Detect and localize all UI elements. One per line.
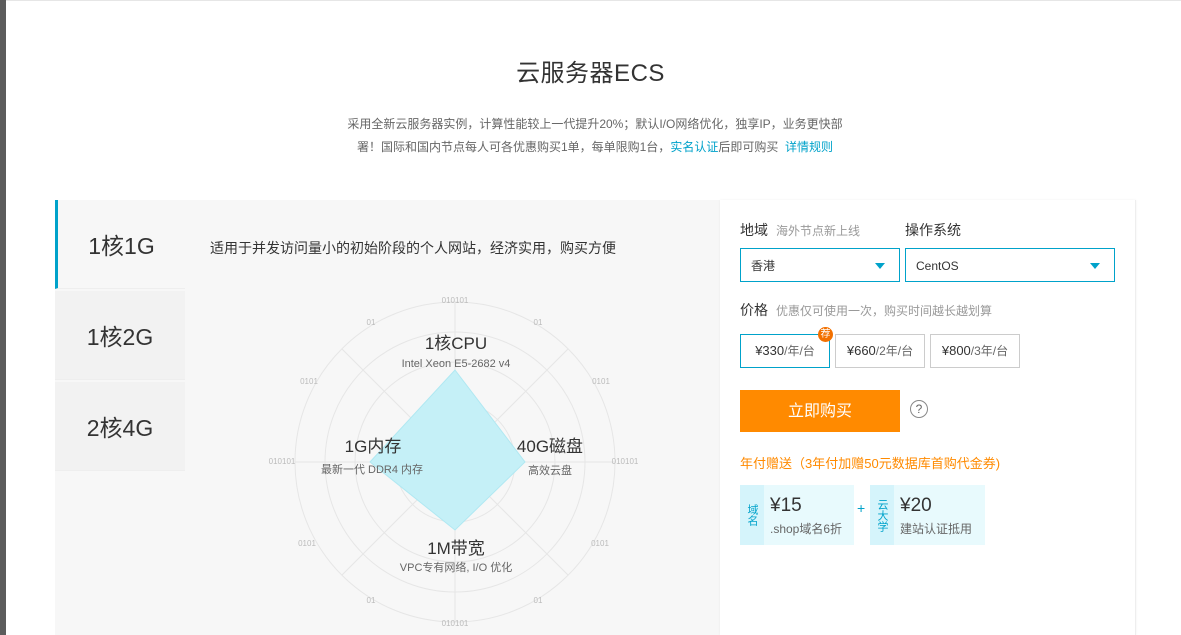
price-amount: ¥660: [846, 343, 876, 358]
tab-1c1g[interactable]: 1核1G: [55, 200, 185, 289]
coupon-domain: 域名 ¥15 .shop域名6折: [740, 485, 854, 545]
page-title: 云服务器ECS: [516, 60, 665, 87]
os-select[interactable]: CentOS: [905, 248, 1115, 282]
grid-label: 01: [534, 596, 543, 605]
os-value: CentOS: [916, 259, 959, 273]
top-divider: [6, 0, 1181, 1]
price-unit: /3年/台: [970, 344, 1009, 358]
spec-tabs: 1核1G 1核2G 2核4G: [55, 200, 185, 635]
cpu-title: 1核CPU: [425, 334, 487, 353]
coupon-tag: 云大学: [870, 485, 894, 545]
coupon-desc: 建站认证抵用: [900, 522, 973, 536]
detail-rules-link[interactable]: 详情规则: [785, 140, 833, 154]
grid-label: 01: [367, 318, 376, 327]
price-label: 价格 优惠仅可使用一次，购买时间越长越划算: [740, 300, 992, 320]
description-line1: 采用全新云服务器实例，计算性能较上一代提升20%；默认I/O网络优化，独享IP，…: [347, 117, 843, 131]
grid-label: 0101: [592, 377, 610, 386]
spec-panel: 适用于并发访问量小的初始阶段的个人网站，经济实用，购买方便 010101 010…: [185, 200, 720, 635]
real-name-auth-link[interactable]: 实名认证: [670, 140, 718, 154]
bandwidth-sub: VPC专有网络, I/O 优化: [400, 560, 512, 574]
tab-1c2g[interactable]: 1核2G: [55, 291, 185, 380]
tab-2c4g[interactable]: 2核4G: [55, 382, 185, 471]
grid-label: 0101: [300, 377, 318, 386]
price-option-1year[interactable]: ¥330/年/台 荐: [740, 327, 833, 368]
spec-radar-chart: 010101 010101 010101 010101 0101 0101 01…: [269, 296, 639, 628]
tab-label: 1核2G: [86, 324, 154, 350]
grid-label: 01: [367, 596, 376, 605]
disk-sub: 高效云盘: [528, 463, 572, 477]
price-amount: ¥800: [941, 343, 971, 358]
price-unit: /年/台: [784, 344, 815, 358]
help-icon[interactable]: ?: [910, 400, 928, 418]
price-amount: ¥330: [755, 343, 785, 358]
chevron-down-icon: [1090, 263, 1100, 269]
description-line2-prefix: 署！国际和国内节点每人可各优惠购买1单，每单限购1台，: [356, 140, 671, 154]
buy-now-button[interactable]: 立即购买: [740, 390, 900, 432]
grid-label: 010101: [442, 296, 469, 305]
price-hint: 优惠仅可使用一次，购买时间越长越划算: [776, 304, 993, 318]
grid-label: 010101: [269, 457, 296, 466]
coupon-desc: .shop域名6折: [770, 522, 843, 536]
disk-title: 40G磁盘: [517, 437, 583, 456]
region-value: 香港: [751, 259, 776, 273]
grid-label: 01: [534, 318, 543, 327]
window-edge: [0, 0, 6, 635]
coupon-amount: ¥15: [770, 495, 802, 516]
bandwidth-title: 1M带宽: [427, 539, 485, 558]
price-option-2year[interactable]: ¥660/2年/台: [835, 334, 925, 368]
price-option-3year[interactable]: ¥800/3年/台: [930, 334, 1020, 368]
promo-title: 年付赠送（3年付加赠50元数据库首购代金券): [740, 456, 1001, 471]
region-label-text: 地域: [740, 222, 768, 238]
coupon-amount: ¥20: [900, 495, 932, 516]
memory-title: 1G内存: [345, 437, 402, 456]
plus-sign: +: [857, 500, 866, 516]
memory-sub: 最新一代 DDR4 内存: [321, 462, 423, 476]
grid-label: 010101: [612, 457, 639, 466]
tab-label: 2核4G: [86, 415, 154, 441]
coupon-university: 云大学 ¥20 建站认证抵用: [870, 485, 985, 545]
tab-label: 1核1G: [88, 233, 155, 259]
order-panel: 地域 海外节点新上线 操作系统 香港 CentOS 价格 优惠仅可使用一次，购买时间…: [720, 200, 1136, 635]
region-hint: 海外节点新上线: [776, 224, 861, 238]
region-label: 地域 海外节点新上线: [740, 220, 860, 240]
region-select[interactable]: 香港: [740, 248, 900, 282]
description-line2-middle: 后即可购买: [718, 140, 779, 154]
recommend-badge: 荐: [818, 327, 833, 342]
coupon-tag: 域名: [740, 485, 764, 545]
cpu-sub: Intel Xeon E5-2682 v4: [402, 358, 511, 370]
grid-label: 010101: [442, 619, 469, 628]
grid-label: 0101: [298, 539, 316, 548]
page-description: 采用全新云服务器实例，计算性能较上一代提升20%；默认I/O网络优化，独享IP，…: [340, 113, 850, 159]
price-label-text: 价格: [740, 302, 768, 318]
chevron-down-icon: [875, 263, 885, 269]
price-unit: /2年/台: [875, 344, 914, 358]
grid-label: 0101: [591, 539, 609, 548]
os-label: 操作系统: [905, 222, 961, 238]
